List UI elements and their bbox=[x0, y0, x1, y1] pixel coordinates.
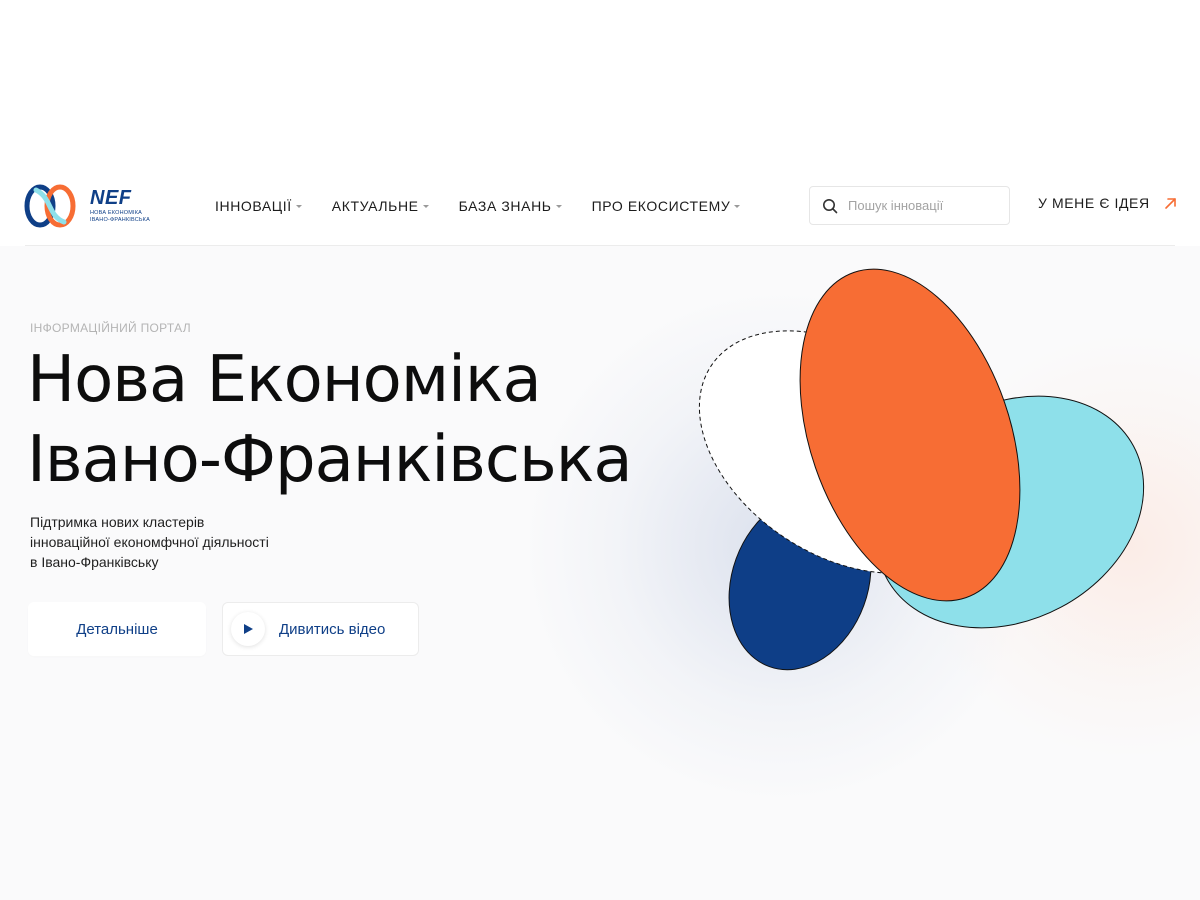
hero-illustration bbox=[698, 268, 1145, 671]
logo-brand: NEF bbox=[90, 187, 132, 209]
nav-item-knowledge-base[interactable]: БАЗА ЗНАНЬ bbox=[459, 198, 562, 214]
search-icon bbox=[823, 198, 838, 213]
hero-title-line1: Нова Економіка bbox=[27, 343, 542, 417]
chevron-down-icon bbox=[295, 204, 302, 208]
hero-subtitle-line3: в Івано-Франківську bbox=[30, 554, 159, 570]
logo-wordmark: NEF НОВА ЕКОНОМІКА ІВАНО-ФРАНКІВСЬКА bbox=[90, 188, 150, 223]
hero-eyebrow: ІНФОРМАЦІЙНИЙ ПОРТАЛ bbox=[30, 321, 191, 335]
hero-subtitle-line1: Підтримка нових кластерів bbox=[30, 514, 205, 530]
chevron-down-icon bbox=[734, 204, 741, 208]
nav-item-about-ecosystem[interactable]: ПРО ЕКОСИСТЕМУ bbox=[592, 198, 741, 214]
hero-title: Нова Економіка Івано-Франківська bbox=[27, 340, 727, 500]
logo-mark-icon bbox=[24, 184, 76, 227]
logo-subtitle-line2: ІВАНО-ФРАНКІВСЬКА bbox=[90, 216, 150, 223]
watch-video-label: Дивитись відео bbox=[279, 620, 386, 638]
nav-item-label: БАЗА ЗНАНЬ bbox=[458, 198, 552, 214]
site-logo[interactable]: NEF НОВА ЕКОНОМІКА ІВАНО-ФРАНКІВСЬКА bbox=[22, 183, 162, 228]
hero-title-line2: Івано-Франківська bbox=[27, 423, 633, 497]
details-button[interactable]: Детальніше bbox=[28, 602, 206, 656]
play-icon bbox=[244, 624, 253, 634]
logo-subtitle-line1: НОВА ЕКОНОМІКА bbox=[90, 210, 143, 216]
play-button-circle bbox=[231, 612, 265, 646]
watch-video-button[interactable]: Дивитись відео bbox=[222, 602, 419, 656]
arrow-up-right-icon bbox=[1164, 197, 1176, 209]
hero-subtitle-line2: інноваційної економфчної діяльності bbox=[30, 534, 269, 550]
i-have-idea-label: У МЕНЕ Є ІДЕЯ bbox=[1038, 195, 1150, 211]
nav-item-label: ПРО ЕКОСИСТЕМУ bbox=[591, 198, 731, 214]
nav-item-label: ІННОВАЦІЇ bbox=[215, 198, 292, 214]
main-nav: ІННОВАЦІЇ АКТУАЛЬНЕ БАЗА ЗНАНЬ ПРО ЕКОСИ… bbox=[215, 195, 770, 217]
search-input[interactable] bbox=[846, 197, 996, 214]
chevron-down-icon bbox=[422, 204, 429, 208]
chevron-down-icon bbox=[555, 204, 562, 208]
hero-subtitle: Підтримка нових кластерів інноваційної е… bbox=[30, 512, 330, 572]
search-box bbox=[809, 186, 1010, 225]
nav-item-innovations[interactable]: ІННОВАЦІЇ bbox=[215, 198, 302, 214]
nav-item-news[interactable]: АКТУАЛЬНЕ bbox=[332, 198, 429, 214]
i-have-idea-link[interactable]: У МЕНЕ Є ІДЕЯ bbox=[1038, 195, 1177, 211]
nav-item-label: АКТУАЛЬНЕ bbox=[331, 198, 419, 214]
